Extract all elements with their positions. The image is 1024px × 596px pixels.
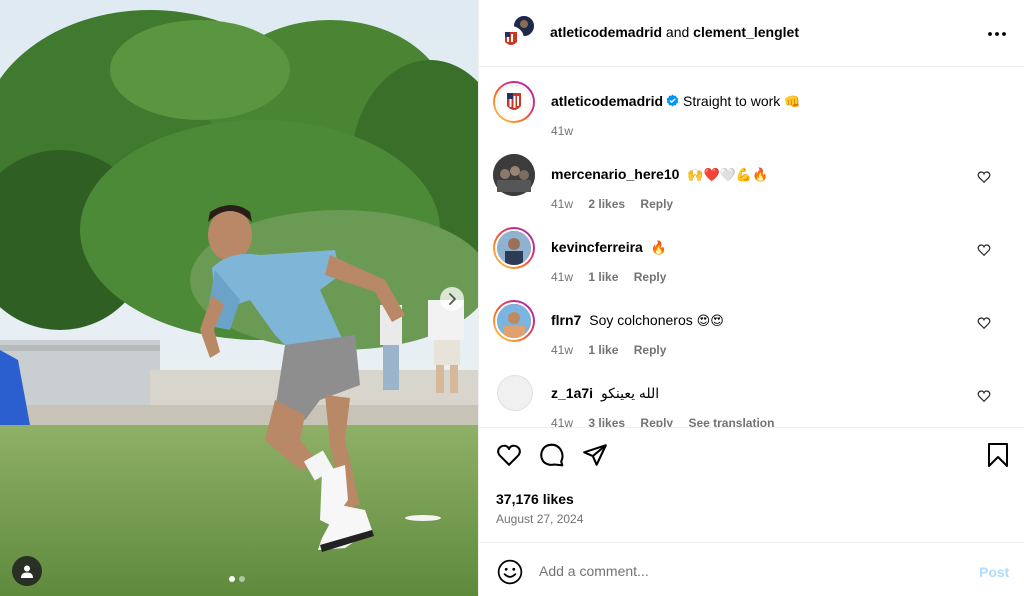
comment-time[interactable]: 41w	[551, 270, 573, 284]
comment-meta: 41w 3 likes Reply See translation	[551, 416, 786, 427]
commenter-avatar[interactable]	[493, 154, 535, 196]
comment-username[interactable]: mercenario_here10	[551, 166, 679, 182]
post-header-title: atleticodemadrid and clement_lenglet	[550, 24, 799, 40]
comment-meta: 41w 1 like Reply	[551, 270, 678, 284]
caption-avatar[interactable]	[493, 81, 535, 123]
chevron-right-icon	[449, 293, 456, 305]
header-connector: and	[665, 24, 690, 40]
reply-button[interactable]: Reply	[634, 343, 667, 357]
comment-username[interactable]: kevincferreira	[551, 239, 643, 255]
like-comment-heart-icon[interactable]	[977, 170, 991, 184]
comment-likes[interactable]: 1 like	[588, 343, 618, 357]
comment-text: kevincferreira 🔥	[551, 239, 667, 256]
reply-button[interactable]: Reply	[640, 416, 673, 427]
post-header: atleticodemadrid and clement_lenglet	[479, 0, 1024, 67]
caption-body: Straight to work	[683, 93, 781, 109]
share-button[interactable]	[582, 442, 608, 468]
comment-username[interactable]: flrn7	[551, 312, 581, 328]
carousel-dot	[239, 576, 245, 582]
post-details-panel: atleticodemadrid and clement_lenglet atl…	[478, 0, 1024, 596]
comment-meta: 41w 2 likes Reply	[551, 197, 685, 211]
caption-emoji: 👊	[784, 95, 801, 110]
comments-list: atleticodemadrid Straight to work 👊 41w	[479, 67, 1024, 427]
comment-meta: 41w 1 like Reply	[551, 343, 678, 357]
emoji-picker-icon[interactable]	[497, 559, 523, 585]
comment-text: flrn7 Soy colchoneros 😍😍	[551, 312, 724, 329]
collab-avatars[interactable]	[498, 14, 538, 54]
save-button[interactable]	[985, 442, 1011, 468]
comment-button[interactable]	[539, 442, 565, 468]
like-button[interactable]	[496, 442, 522, 468]
comment-bubble-icon	[540, 443, 564, 467]
comment-composer: Post	[479, 542, 1024, 596]
header-account-link[interactable]: atleticodemadrid	[550, 24, 662, 40]
caption-time[interactable]: 41w	[551, 124, 573, 138]
comment-emoji: 😍😍	[696, 314, 724, 329]
more-options-button[interactable]	[985, 22, 1009, 46]
post-modal: atleticodemadrid and clement_lenglet atl…	[0, 0, 1024, 596]
like-comment-heart-icon[interactable]	[977, 243, 991, 257]
comment-emoji: 🔥	[650, 241, 667, 256]
comment-item: flrn7 Soy colchoneros 😍😍 41w 1 like Repl…	[493, 300, 1013, 357]
comment-text: mercenario_here10 🙌❤️🤍💪🔥	[551, 166, 768, 183]
bookmark-icon	[988, 443, 1008, 467]
heart-icon	[497, 444, 521, 466]
post-date[interactable]: August 27, 2024	[496, 512, 583, 526]
comment-text: z_1a7i الله يعينكو	[551, 385, 659, 402]
verified-badge-icon	[666, 94, 679, 107]
comment-item: mercenario_here10 🙌❤️🤍💪🔥 41w 2 likes Rep…	[493, 154, 1013, 211]
comment-likes[interactable]: 1 like	[588, 270, 618, 284]
comment-time[interactable]: 41w	[551, 343, 573, 357]
like-comment-heart-icon[interactable]	[977, 316, 991, 330]
comment-item: z_1a7i الله يعينكو 41w 3 likes Reply See…	[493, 373, 1013, 427]
commenter-avatar[interactable]	[493, 227, 535, 269]
ellipsis-icon	[988, 32, 1006, 36]
like-comment-heart-icon[interactable]	[977, 389, 991, 403]
next-slide-button[interactable]	[440, 287, 464, 311]
training-photo	[0, 0, 478, 596]
comment-body: Soy colchoneros	[589, 312, 693, 328]
post-actions: 37,176 likes August 27, 2024	[479, 427, 1024, 542]
user-icon	[21, 565, 33, 578]
club-crest-icon	[497, 85, 531, 119]
comment-time[interactable]: 41w	[551, 416, 573, 427]
caption-item: atleticodemadrid Straight to work 👊 41w	[493, 81, 1013, 138]
commenter-avatar[interactable]	[493, 300, 535, 342]
avatar-photo	[497, 231, 531, 265]
carousel-indicator	[229, 576, 245, 582]
comment-username[interactable]: z_1a7i	[551, 385, 593, 401]
tagged-users-button[interactable]	[12, 556, 42, 586]
avatar-photo	[493, 154, 535, 196]
comment-input[interactable]	[539, 557, 939, 585]
comment-emoji: 🙌❤️🤍💪🔥	[687, 168, 769, 183]
reply-button[interactable]: Reply	[640, 197, 673, 211]
carousel-dot-active	[229, 576, 235, 582]
caption-text: atleticodemadrid Straight to work 👊	[551, 93, 800, 110]
comment-time[interactable]: 41w	[551, 197, 573, 211]
see-translation-button[interactable]: See translation	[688, 416, 774, 427]
comment-likes[interactable]: 3 likes	[588, 416, 625, 427]
comment-body: الله يعينكو	[600, 385, 660, 401]
post-comment-button[interactable]: Post	[979, 564, 1009, 580]
commenter-avatar[interactable]	[497, 375, 533, 411]
caption-username[interactable]: atleticodemadrid	[551, 93, 663, 109]
paper-plane-icon	[583, 444, 607, 466]
header-collaborator-link[interactable]: clement_lenglet	[693, 24, 799, 40]
avatar-stack-icon	[498, 14, 536, 52]
reply-button[interactable]: Reply	[634, 270, 667, 284]
likes-count[interactable]: 37,176 likes	[496, 491, 574, 507]
avatar-photo	[497, 304, 531, 338]
comment-likes[interactable]: 2 likes	[588, 197, 625, 211]
comment-item: kevincferreira 🔥 41w 1 like Reply	[493, 227, 1013, 284]
post-photo[interactable]	[0, 0, 478, 596]
caption-meta: 41w	[551, 124, 585, 138]
